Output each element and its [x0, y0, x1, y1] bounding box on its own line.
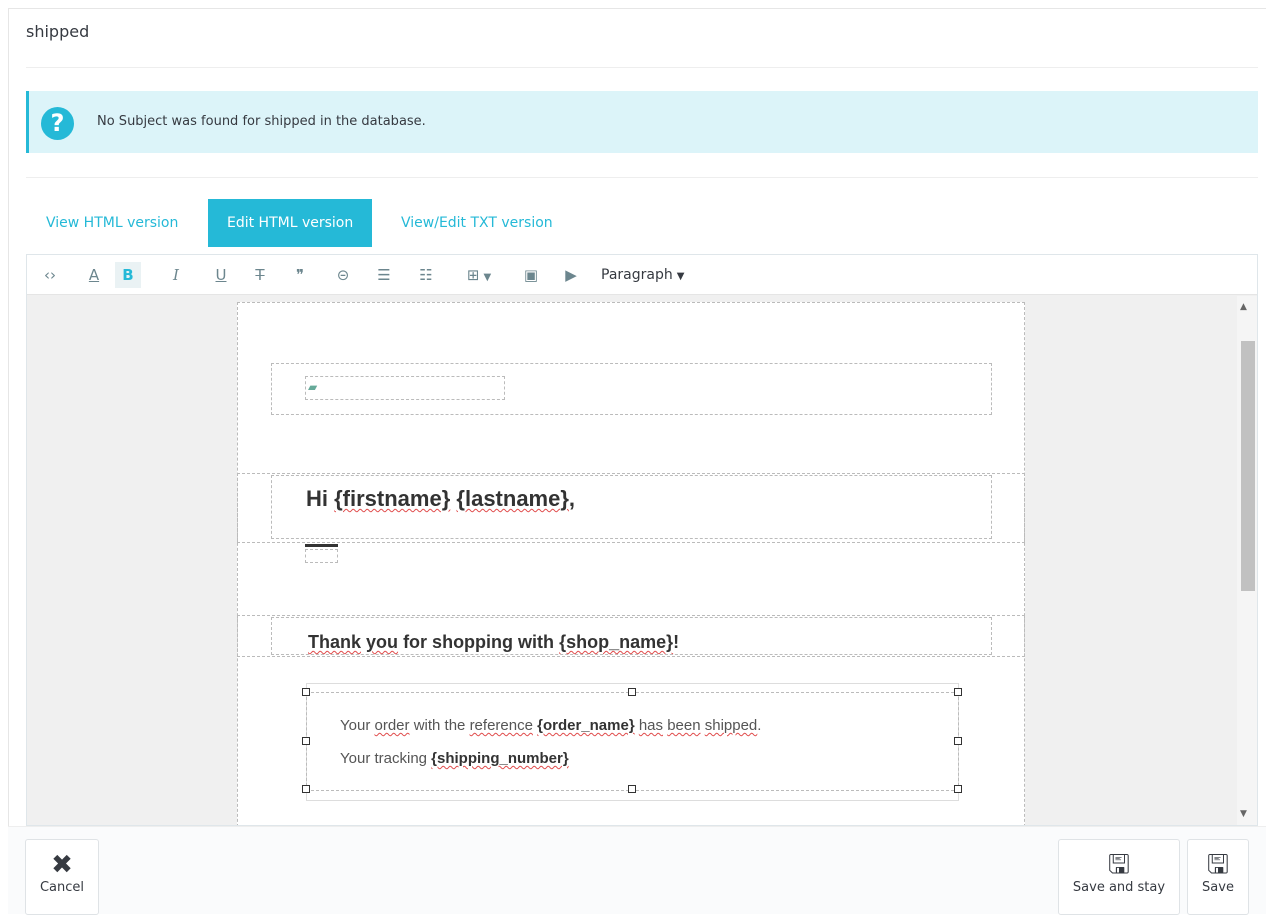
html-editor: ‹› A B I U T ❞ ⊝ ☰ ☷ ⊞ ▼ ▣ ▶ Paragraph ▼ ▰…	[26, 254, 1258, 826]
info-alert: ? No Subject was found for shipped in th…	[26, 91, 1258, 153]
save-button[interactable]: 🖫 Save	[1187, 839, 1249, 915]
word: has	[638, 717, 664, 734]
word: with the	[413, 717, 466, 734]
broken-image-icon: ▰	[308, 380, 318, 394]
table-icon[interactable]: ⊞ ▼	[457, 262, 501, 288]
cancel-button[interactable]: ✖ Cancel	[25, 839, 99, 915]
word: Your	[340, 717, 371, 734]
save-icon: 🖫	[1107, 850, 1131, 880]
divider-line	[305, 544, 338, 547]
scrollbar-thumb[interactable]	[1241, 341, 1255, 591]
resize-handle[interactable]	[302, 785, 310, 793]
email-page: ▰ Hi {firstname} {lastname}, Thank you f…	[237, 302, 1025, 825]
resize-handle[interactable]	[954, 688, 962, 696]
thank-you-text[interactable]: Thank you for shopping with {shop_name}!	[308, 632, 679, 653]
tab-edit-html[interactable]: Edit HTML version	[208, 199, 373, 247]
close-icon: ✖	[51, 850, 73, 880]
alert-text: No Subject was found for shipped in the …	[97, 114, 426, 129]
resize-handle[interactable]	[302, 688, 310, 696]
order-line-2: Your tracking {shipping_number}	[340, 750, 569, 767]
bold-icon[interactable]: B	[115, 262, 141, 288]
media-icon[interactable]: ▶	[558, 262, 584, 288]
divider	[26, 177, 1258, 178]
page-title: shipped	[26, 22, 90, 41]
source-code-icon[interactable]: ‹›	[37, 262, 63, 288]
lastname-var: {lastname}	[456, 486, 569, 511]
word: reference	[469, 717, 533, 734]
order-line-1: Your order with the reference {order_nam…	[340, 717, 761, 734]
scroll-down-icon[interactable]: ▼	[1240, 809, 1247, 819]
tab-view-html[interactable]: View HTML version	[27, 199, 197, 247]
thank-word: Thank	[308, 632, 362, 652]
question-icon: ?	[41, 107, 74, 140]
shipping-number-var: {shipping_number}	[431, 750, 569, 767]
numbered-list-icon[interactable]: ☷	[413, 262, 439, 288]
greeting-suffix: ,	[568, 486, 576, 511]
editor-scrollbar[interactable]: ▲ ▼	[1237, 296, 1257, 825]
greeting-heading[interactable]: Hi {firstname} {lastname},	[306, 486, 575, 512]
underline-icon[interactable]: U	[208, 262, 234, 288]
image-icon[interactable]: ▣	[518, 262, 544, 288]
word: .	[757, 717, 762, 734]
chevron-down-icon: ▼	[676, 271, 685, 282]
divider	[26, 67, 1258, 68]
resize-handle[interactable]	[954, 785, 962, 793]
word: been	[667, 717, 701, 734]
strikethrough-icon[interactable]: T	[247, 262, 273, 288]
word: shipped	[704, 717, 758, 734]
save-label: Save	[1202, 880, 1234, 895]
word: Your tracking	[340, 750, 427, 767]
italic-icon[interactable]: I	[163, 262, 189, 288]
word: order	[374, 717, 410, 734]
you-word: you	[366, 632, 399, 652]
editor-canvas[interactable]: ▰ Hi {firstname} {lastname}, Thank you f…	[27, 296, 1257, 825]
blockquote-icon[interactable]: ❞	[287, 262, 313, 288]
order-selection	[306, 692, 959, 791]
tab-view-edit-txt[interactable]: View/Edit TXT version	[382, 199, 572, 247]
form-footer: ✖ Cancel 🖫 Save and stay 🖫 Save	[8, 826, 1266, 915]
save-icon: 🖫	[1206, 850, 1230, 880]
logo-image[interactable]: ▰	[305, 376, 505, 400]
thank-suffix: !	[673, 632, 680, 652]
thank-mid: for shopping with	[403, 632, 555, 652]
cancel-label: Cancel	[39, 880, 85, 895]
firstname-var: {firstname}	[334, 486, 451, 511]
resize-handle[interactable]	[628, 785, 636, 793]
shop-name-var: {shop_name}	[559, 632, 674, 652]
editor-toolbar: ‹› A B I U T ❞ ⊝ ☰ ☷ ⊞ ▼ ▣ ▶ Paragraph ▼	[27, 255, 1257, 295]
greeting-prefix: Hi	[306, 486, 328, 511]
divider-cell	[305, 549, 338, 563]
bullet-list-icon[interactable]: ☰	[371, 262, 397, 288]
resize-handle[interactable]	[628, 688, 636, 696]
resize-handle[interactable]	[954, 737, 962, 745]
text-color-icon[interactable]: A	[81, 262, 107, 288]
chevron-down-icon: ▼	[483, 272, 492, 283]
order-name-var: {order_name}	[537, 717, 635, 734]
format-select-value: Paragraph	[601, 267, 673, 283]
format-select[interactable]: Paragraph ▼	[601, 262, 701, 288]
save-and-stay-button[interactable]: 🖫 Save and stay	[1058, 839, 1180, 915]
resize-handle[interactable]	[302, 737, 310, 745]
link-icon[interactable]: ⊝	[330, 262, 356, 288]
save-and-stay-label: Save and stay	[1072, 880, 1166, 895]
scroll-up-icon[interactable]: ▲	[1240, 302, 1247, 312]
